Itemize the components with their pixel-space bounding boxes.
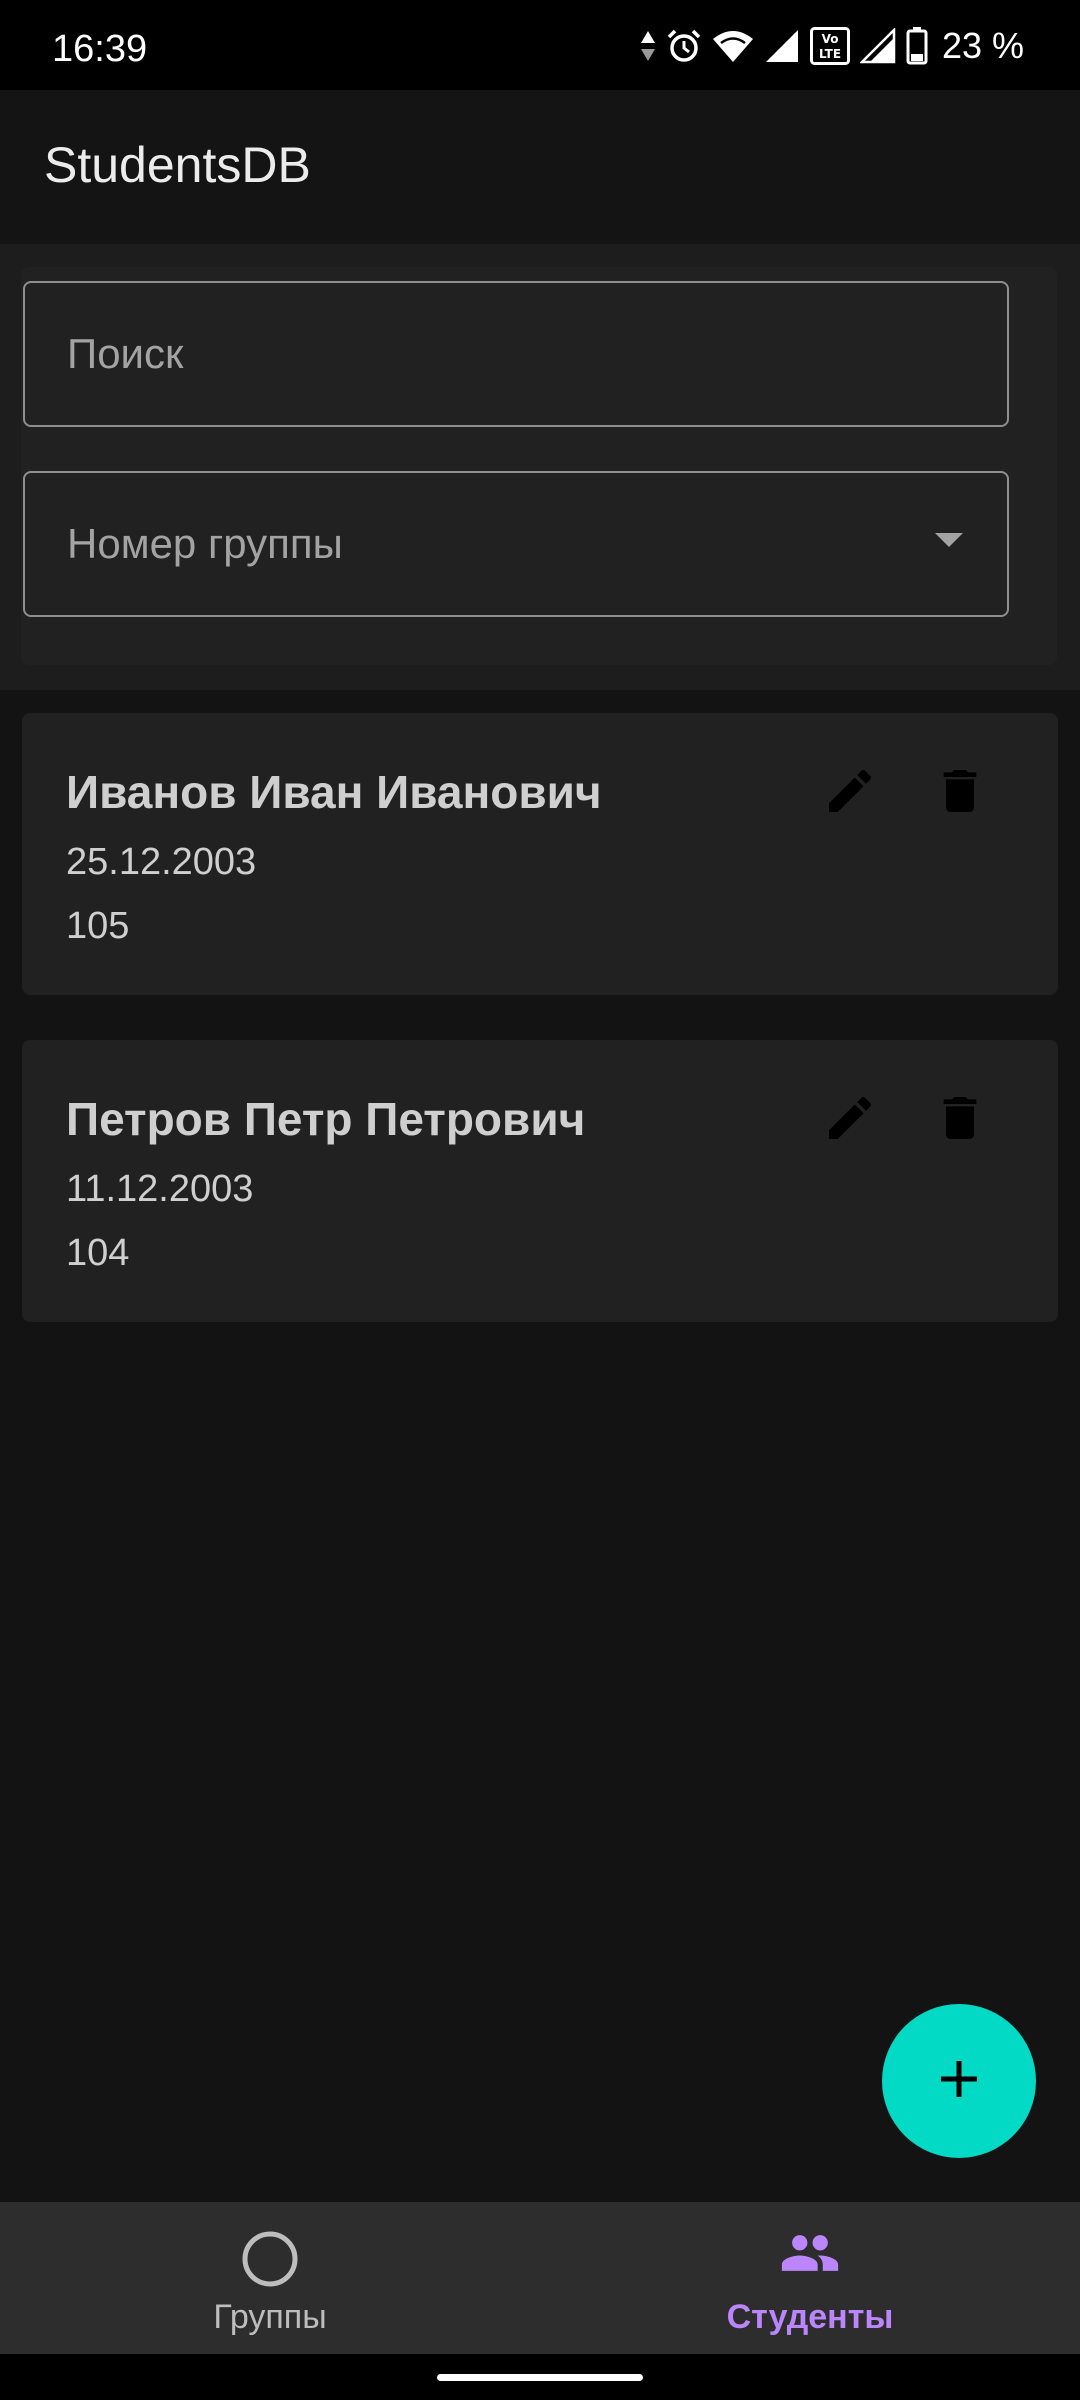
app-bar: StudentsDB — [0, 90, 1080, 244]
svg-text:LTE: LTE — [819, 47, 841, 61]
trash-icon — [932, 763, 988, 824]
data-arrows-icon — [640, 29, 656, 63]
add-icon — [938, 2058, 980, 2105]
student-birth-date: 11.12.2003 — [66, 1168, 254, 1210]
edit-button[interactable] — [810, 753, 890, 833]
edit-button[interactable] — [810, 1080, 890, 1160]
gesture-bar — [0, 2354, 1080, 2400]
search-input[interactable] — [25, 283, 1007, 425]
group-number-dropdown[interactable]: Номер группы — [23, 471, 1009, 617]
nav-label-groups: Группы — [213, 2298, 327, 2336]
nav-item-students[interactable]: Студенты — [540, 2202, 1080, 2354]
pencil-icon — [822, 1090, 878, 1151]
status-icons: Vo LTE 23 % — [640, 24, 1024, 68]
student-card[interactable]: Петров Петр Петрович 11.12.2003 104 — [22, 1040, 1058, 1322]
dropdown-arrow-icon — [935, 533, 963, 552]
trash-icon — [932, 1090, 988, 1151]
wifi-icon — [712, 29, 754, 63]
search-field[interactable] — [23, 281, 1009, 427]
svg-text:Vo: Vo — [822, 32, 839, 46]
bottom-navigation: Группы Студенты — [0, 2202, 1080, 2354]
add-student-button[interactable] — [882, 2004, 1036, 2158]
delete-button[interactable] — [920, 1080, 1000, 1160]
student-name: Петров Петр Петрович — [66, 1093, 586, 1145]
student-group: 105 — [66, 905, 130, 947]
volte-icon: Vo LTE — [809, 27, 850, 65]
app-title: StudentsDB — [44, 137, 311, 193]
alarm-icon — [666, 28, 702, 64]
group-number-label: Номер группы — [67, 520, 343, 567]
home-gesture-handle[interactable] — [437, 2374, 643, 2381]
status-time: 16:39 — [52, 28, 148, 70]
student-name: Иванов Иван Иванович — [66, 766, 602, 818]
signal-icon — [859, 28, 896, 64]
nav-item-groups[interactable]: Группы — [0, 2202, 540, 2354]
student-group: 104 — [66, 1232, 130, 1274]
status-bar: 16:39 Vo LTE 23 % — [0, 0, 1080, 90]
circle-icon — [241, 2230, 299, 2293]
delete-button[interactable] — [920, 753, 1000, 833]
battery-icon — [906, 27, 928, 65]
people-icon — [779, 2230, 841, 2281]
nav-label-students: Студенты — [726, 2298, 894, 2336]
student-birth-date: 25.12.2003 — [66, 841, 257, 883]
signal-icon — [764, 28, 800, 64]
pencil-icon — [822, 763, 878, 824]
battery-percentage: 23 % — [941, 25, 1024, 66]
student-card[interactable]: Иванов Иван Иванович 25.12.2003 105 — [22, 713, 1058, 995]
